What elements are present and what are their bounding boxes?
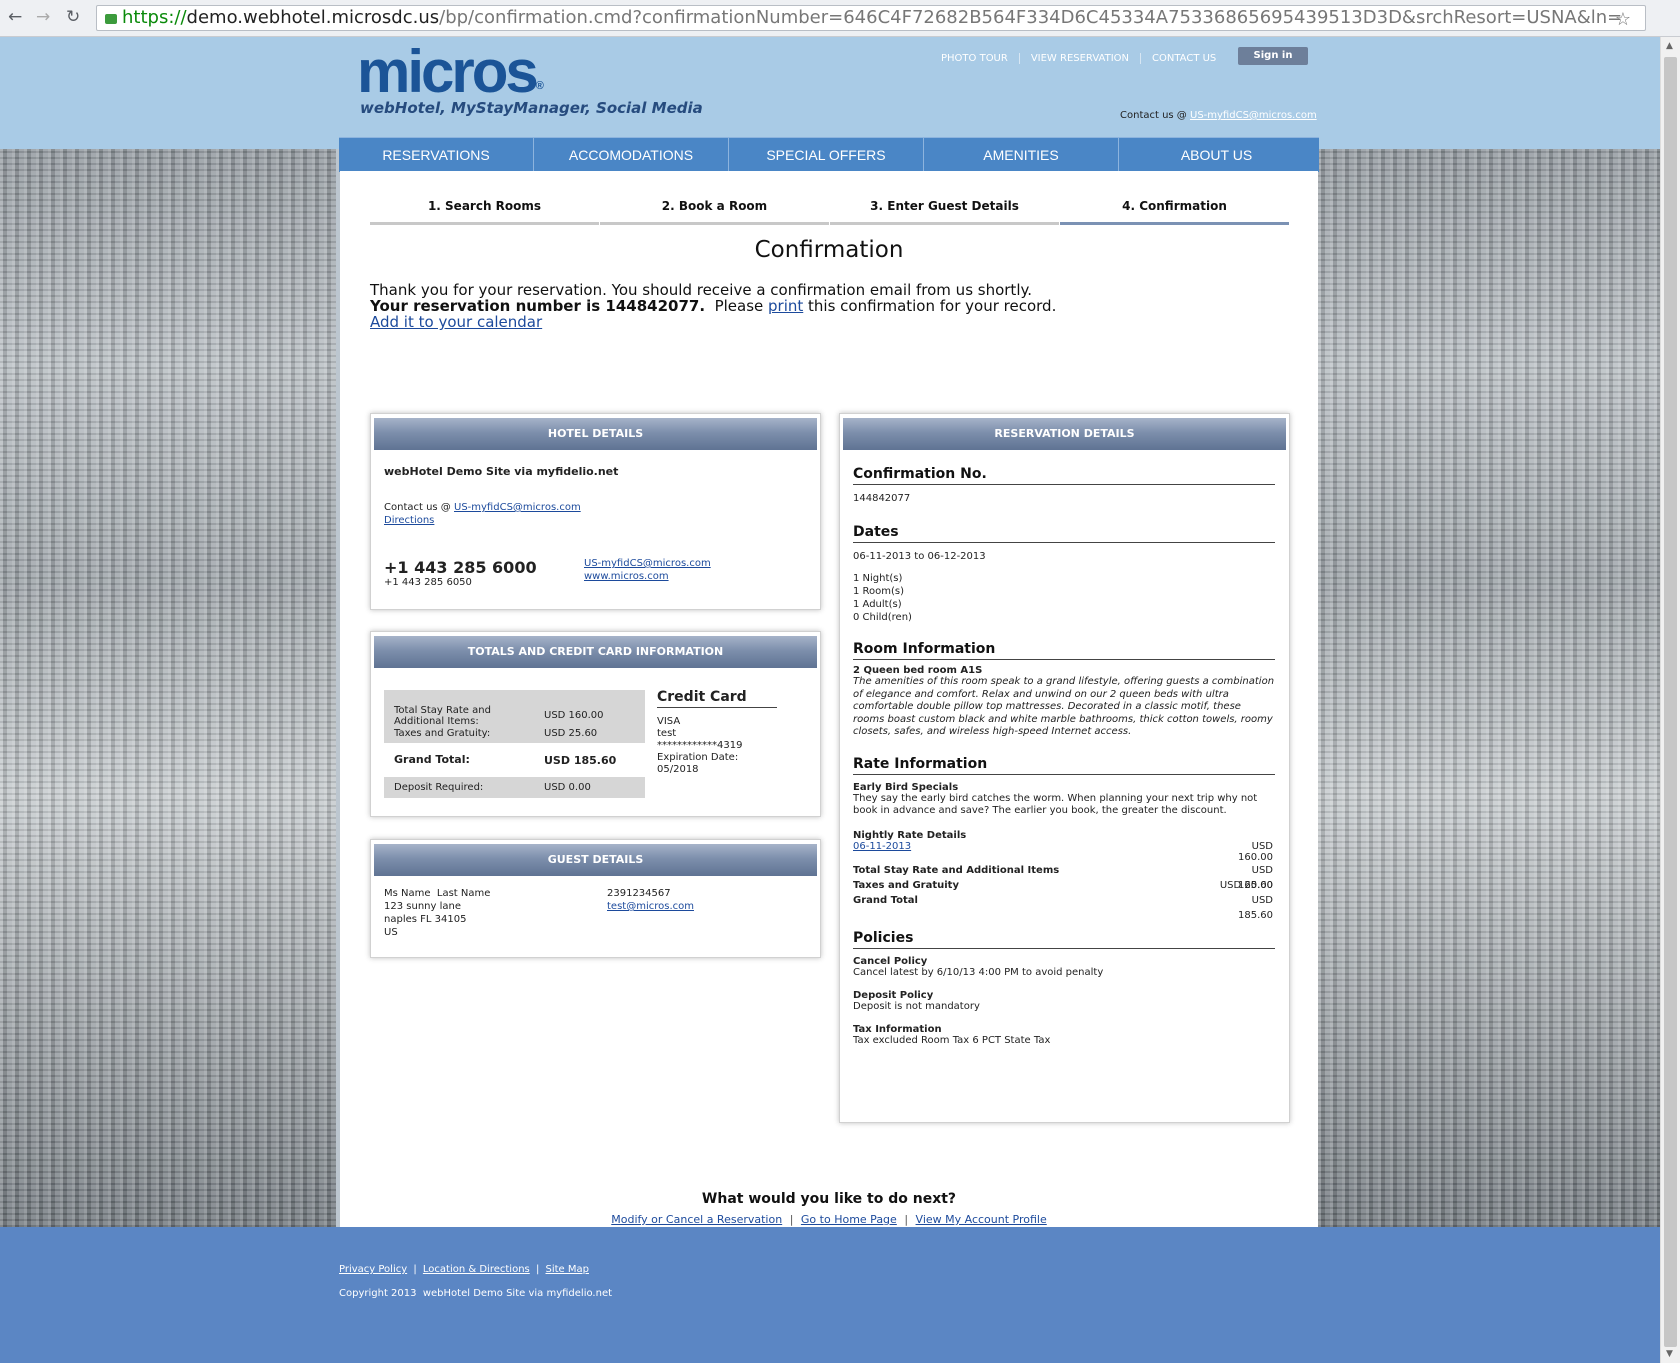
top-links: PHOTO TOUR VIEW RESERVATION CONTACT US [930,53,1227,64]
totals-heading: TOTALS AND CREDIT CARD INFORMATION [374,636,817,668]
modify-cancel-link[interactable]: Modify or Cancel a Reservation [611,1213,782,1226]
hotel-website-link[interactable]: www.micros.com [584,571,669,582]
hotel-phone-secondary: +1 443 285 6050 [384,577,472,588]
totals-panel: TOTALS AND CREDIT CARD INFORMATION Total… [370,631,821,817]
guest-address: Ms Name Last Name 123 sunny lane naples … [384,888,491,938]
rate-name: Early Bird Specials [853,781,959,793]
main-menu: RESERVATIONS ACCOMODATIONS SPECIAL OFFER… [339,137,1319,172]
menu-amenities[interactable]: AMENITIES [924,138,1119,172]
menu-about-us[interactable]: ABOUT US [1119,138,1314,172]
guest-contact: 2391234567 test@micros.com [607,888,694,912]
page-title: Confirmation [754,237,904,263]
room-information-title: Room Information [853,641,1275,660]
deposit-row: Deposit Required: USD 0.00 [394,782,591,793]
home-page-link[interactable]: Go to Home Page [801,1213,897,1226]
card-expiration: Expiration Date: 05/2018 [657,752,739,775]
rate-totals: Total Stay Rate and Additional Items USD … [853,864,1273,921]
site-footer: Privacy Policy | Location & Directions |… [0,1227,1660,1363]
step-search-rooms: 1. Search Rooms [370,199,599,225]
booking-steps: 1. Search Rooms 2. Book a Room 3. Enter … [370,199,1290,225]
location-directions-link[interactable]: Location & Directions [423,1264,530,1275]
rate-description: They say the early bird catches the worm… [853,792,1258,817]
dates-title: Dates [853,524,1275,543]
totals-table: Total Stay Rate and Additional Items: US… [384,690,645,798]
city-photo-left [0,149,336,1227]
thank-you-message: Thank you for your reservation. You shou… [370,281,1057,331]
nightly-rate-row: 06-11-2013 USD 160.00 [853,840,1273,863]
step-guest-details: 3. Enter Guest Details [830,199,1059,225]
account-profile-link[interactable]: View My Account Profile [916,1213,1047,1226]
directions-link[interactable]: Directions [384,515,434,526]
cancel-policy: Cancel latest by 6/10/13 4:00 PM to avoi… [853,966,1104,978]
stay-counts: 1 Night(s) 1 Room(s) 1 Adult(s) 0 Child(… [853,573,912,623]
menu-accomodations[interactable]: ACCOMODATIONS [534,138,729,172]
rate-information-title: Rate Information [853,756,1275,775]
add-to-calendar-link[interactable]: Add it to your calendar [370,313,542,331]
next-actions-title: What would you like to do next? [701,1191,957,1207]
hotel-contact-email[interactable]: US-myfidCS@micros.com [454,502,581,513]
guest-details-heading: GUEST DETAILS [374,844,817,876]
view-reservation-link[interactable]: VIEW RESERVATION [1019,53,1142,64]
scrollbar-thumb[interactable] [1664,57,1677,1347]
forward-icon[interactable]: → [36,7,50,27]
site-map-link[interactable]: Site Map [546,1264,589,1275]
contact-us-link[interactable]: CONTACT US [1141,53,1227,64]
bookmark-star-icon[interactable]: ☆ [1615,8,1631,30]
lock-icon [105,14,117,24]
address-bar[interactable]: https://demo.webhotel.microsdc.us/bp/con… [96,5,1646,31]
grand-total-row: Grand Total: USD 185.60 [384,743,645,777]
menu-reservations[interactable]: RESERVATIONS [339,138,534,172]
reservation-details-panel: RESERVATION DETAILS Confirmation No. 144… [839,413,1290,1123]
reload-icon[interactable]: ↻ [66,7,80,27]
micros-logo[interactable]: micros® [357,39,544,105]
room-name: 2 Queen bed room A1S [853,665,983,676]
back-icon[interactable]: ← [8,7,22,27]
taxes-row: Taxes and Gratuity: USD 25.60 [394,728,598,739]
header-contact-email[interactable]: US-myfidCS@micros.com [1190,110,1317,121]
guest-details-panel: GUEST DETAILS Ms Name Last Name 123 sunn… [370,839,821,958]
hotel-details-heading: HOTEL DETAILS [374,418,817,450]
header-contact: Contact us @ US-myfidCS@micros.com [1120,110,1317,121]
vertical-scrollbar[interactable]: ▲ ▼ [1660,37,1680,1363]
copyright: Copyright 2013 webHotel Demo Site via my… [339,1288,613,1299]
hotel-phone: +1 443 285 6000 [384,558,537,577]
stay-dates: 06-11-2013 to 06-12-2013 [853,551,986,562]
card-number: ************4319 [657,740,743,751]
tagline: webHotel, MyStayManager, Social Media [360,99,703,117]
deposit-policy: Deposit is not mandatory [853,1000,980,1012]
next-actions: What would you like to do next? Modify o… [340,1191,1318,1226]
scroll-down-icon[interactable]: ▼ [1666,1349,1673,1359]
total-stay-row: Total Stay Rate and Additional Items: US… [394,705,604,727]
credit-card-title: Credit Card [657,689,777,708]
credit-card-info: Credit Card VISA test ************4319 E… [657,689,777,776]
step-book-room: 2. Book a Room [600,199,829,225]
menu-special-offers[interactable]: SPECIAL OFFERS [729,138,924,172]
photo-tour-link[interactable]: PHOTO TOUR [930,53,1020,64]
page-viewport: micros® webHotel, MyStayManager, Social … [0,37,1660,1363]
room-description: The amenities of this room speak to a gr… [853,676,1275,737]
sign-in-button[interactable]: Sign in [1238,47,1308,65]
step-confirmation: 4. Confirmation [1060,199,1289,225]
site-header: micros® webHotel, MyStayManager, Social … [0,37,1660,149]
main-content: 1. Search Rooms 2. Book a Room 3. Enter … [340,171,1318,1227]
reservation-details-heading: RESERVATION DETAILS [843,418,1286,450]
tax-information: Tax excluded Room Tax 6 PCT State Tax [853,1034,1051,1046]
guest-email-link[interactable]: test@micros.com [607,901,694,912]
hotel-details-panel: HOTEL DETAILS webHotel Demo Site via myf… [370,413,821,610]
confirmation-number-title: Confirmation No. [853,466,1275,485]
nightly-rate-title: Nightly Rate Details [853,829,967,841]
nightly-date-link[interactable]: 06-11-2013 [853,841,911,852]
city-photo-right [1318,149,1660,1227]
print-link[interactable]: print [768,297,803,315]
privacy-policy-link[interactable]: Privacy Policy [339,1264,407,1275]
policies-title: Policies [853,930,1275,949]
hotel-email-link[interactable]: US-myfidCS@micros.com [584,558,711,569]
hotel-name: webHotel Demo Site via myfidelio.net [384,465,619,478]
browser-toolbar: ← → ↻ https://demo.webhotel.microsdc.us/… [0,0,1680,37]
confirmation-number: 144842077 [853,493,911,504]
scroll-up-icon[interactable]: ▲ [1666,41,1673,51]
